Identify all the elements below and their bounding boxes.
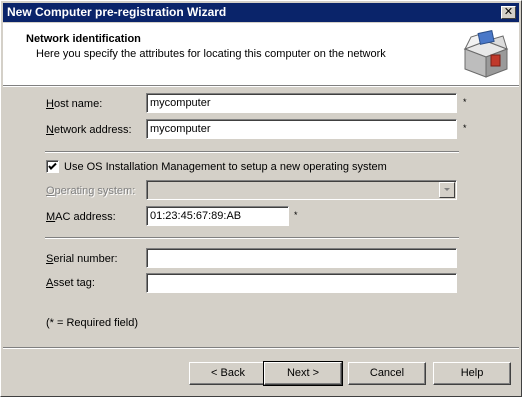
host-name-label: Host name: <box>46 98 103 110</box>
wizard-header: Network identification Here you specify … <box>3 23 519 85</box>
window-title: New Computer pre-registration Wizard <box>7 5 227 19</box>
cancel-button[interactable]: Cancel <box>348 362 426 385</box>
back-button[interactable]: < Back <box>189 362 267 385</box>
footer-divider <box>3 347 519 349</box>
back-button-label: < Back <box>211 367 245 379</box>
section-divider-1 <box>45 151 459 153</box>
asset-tag-label: Asset tag: <box>46 277 95 289</box>
next-button[interactable]: Next > <box>263 361 343 386</box>
os-install-checkbox[interactable] <box>46 160 59 173</box>
mac-address-required-mark: * <box>294 210 298 220</box>
package-box-icon <box>463 30 509 78</box>
network-address-input[interactable]: mycomputer <box>146 119 457 139</box>
page-title: Network identification <box>26 33 141 45</box>
header-divider <box>3 85 519 87</box>
help-button[interactable]: Help <box>433 362 511 385</box>
mac-address-label: MAC address: <box>46 211 116 223</box>
dropdown-button[interactable] <box>439 182 455 198</box>
asset-tag-input[interactable] <box>146 273 457 293</box>
page-subtitle: Here you specify the attributes for loca… <box>36 48 386 60</box>
cancel-button-label: Cancel <box>369 367 405 379</box>
operating-system-select[interactable] <box>146 180 457 200</box>
wizard-window: New Computer pre-registration Wizard ✕ N… <box>0 0 522 397</box>
serial-number-input[interactable] <box>146 248 457 268</box>
section-divider-2 <box>45 237 459 239</box>
title-bar[interactable]: New Computer pre-registration Wizard ✕ <box>3 3 519 22</box>
network-address-required-mark: * <box>463 123 467 133</box>
next-button-label: Next > <box>286 367 320 379</box>
operating-system-label: Operating system: <box>46 185 136 197</box>
close-icon: ✕ <box>503 6 514 18</box>
mac-address-input[interactable]: 01:23:45:67:89:AB <box>146 206 289 226</box>
required-field-note: (* = Required field) <box>46 317 139 329</box>
serial-number-label: Serial number: <box>46 253 118 265</box>
host-name-required-mark: * <box>463 97 467 107</box>
host-name-input[interactable]: mycomputer <box>146 93 457 113</box>
close-button[interactable]: ✕ <box>501 6 516 19</box>
os-install-checkbox-label[interactable]: Use OS Installation Management to setup … <box>64 161 387 173</box>
checkmark-icon <box>48 162 57 170</box>
help-button-label: Help <box>460 367 484 379</box>
chevron-down-icon <box>444 188 450 191</box>
network-address-label: Network address: <box>46 124 132 136</box>
